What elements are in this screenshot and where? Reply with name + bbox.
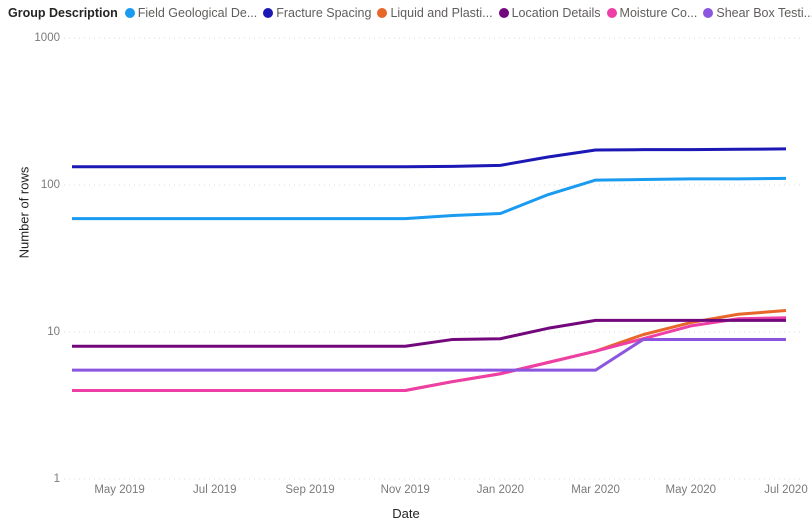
x-tick-label-0: May 2019 [94, 484, 145, 496]
legend-item-5[interactable]: Shear Box Testi... [703, 0, 812, 26]
x-tick-label-6: May 2020 [665, 484, 717, 496]
series-line-0[interactable] [72, 176, 787, 221]
y-axis-title: Number of rows [16, 166, 32, 259]
plot-area [64, 37, 804, 480]
x-tick-label-1: Jul 2019 [193, 484, 237, 496]
series-line-4[interactable] [72, 316, 787, 392]
circle-marker-icon [606, 8, 617, 18]
circle-marker-icon [124, 8, 135, 18]
legend-item-4[interactable]: Moisture Co... [606, 0, 698, 26]
legend-item-label: Location Details [511, 6, 601, 20]
chart-legend[interactable]: Group Description Field Geological De...… [0, 0, 812, 26]
circle-marker-icon [263, 8, 274, 18]
legend-item-label: Fracture Spacing [276, 6, 372, 20]
circle-marker-icon [377, 8, 388, 18]
legend-item-label: Field Geological De... [137, 6, 258, 20]
x-tick-label-7: Jul 2020 [764, 484, 808, 496]
circle-marker-icon [498, 8, 509, 18]
y-tick-label-3: 1000 [34, 32, 60, 44]
line-chart: Group Description Field Geological De...… [0, 0, 812, 528]
legend-item-2[interactable]: Liquid and Plasti... [377, 0, 493, 26]
legend-item-label: Liquid and Plasti... [390, 6, 493, 20]
y-tick-label-1: 10 [47, 326, 60, 338]
x-tick-label-5: Mar 2020 [571, 484, 620, 496]
x-tick-label-4: Jan 2020 [476, 484, 525, 496]
x-tick-label-3: Nov 2019 [380, 484, 430, 496]
circle-marker-icon [703, 8, 714, 18]
legend-item-label: Shear Box Testi... [716, 6, 812, 20]
series-line-2[interactable] [72, 309, 787, 392]
x-axis-title: Date [392, 506, 420, 521]
legend-item-3[interactable]: Location Details [498, 0, 601, 26]
series-line-1[interactable] [72, 147, 787, 169]
x-tick-label-2: Sep 2019 [285, 484, 335, 496]
legend-item-label: Moisture Co... [619, 6, 698, 20]
legend-item-0[interactable]: Field Geological De... [124, 0, 258, 26]
legend-items: Field Geological De... Fracture Spacing Li… [124, 0, 812, 26]
legend-item-1[interactable]: Fracture Spacing [263, 0, 371, 26]
y-tick-label-0: 1 [53, 473, 60, 485]
legend-title: Group Description [8, 6, 118, 20]
